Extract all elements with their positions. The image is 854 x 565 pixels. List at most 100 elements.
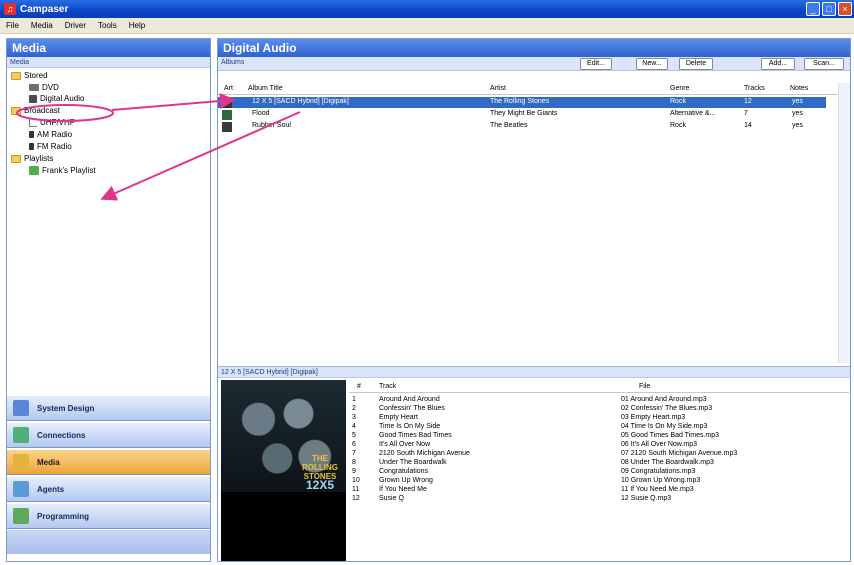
antenna-icon xyxy=(29,118,37,127)
menu-bar: File Media Driver Tools Help xyxy=(0,18,854,34)
cover-line: 12X5 xyxy=(305,478,335,492)
tree-node-stored[interactable]: Stored xyxy=(11,71,48,80)
nav-agents[interactable]: Agents xyxy=(7,476,210,502)
track-row[interactable]: 6 It's All Over Now 06 It's All Over Now… xyxy=(349,441,849,450)
album-tracks: 12 xyxy=(744,98,752,105)
album-art-thumb xyxy=(222,110,232,120)
tree-node-fm-radio[interactable]: FM Radio xyxy=(29,142,72,151)
album-art-thumb xyxy=(222,98,232,108)
track-number: 2 xyxy=(352,405,356,412)
tree-node-franks-playlist[interactable]: Frank's Playlist xyxy=(29,166,96,175)
media-pane-header: Media xyxy=(7,39,210,57)
menu-help[interactable]: Help xyxy=(129,21,145,30)
tree-label: Stored xyxy=(24,71,48,80)
column-artist[interactable]: Artist xyxy=(490,85,506,92)
track-file: 06 It's All Over Now.mp3 xyxy=(621,441,698,448)
media-subheader: Media xyxy=(7,57,210,68)
close-button[interactable]: × xyxy=(838,2,852,16)
folder-icon xyxy=(11,154,21,163)
track-row[interactable]: 3 Empty Heart 03 Empty Heart.mp3 xyxy=(349,414,849,423)
nav-media[interactable]: Media xyxy=(7,449,210,475)
column-genre[interactable]: Genre xyxy=(670,85,689,92)
tree-node-playlists[interactable]: Playlists xyxy=(11,154,53,163)
column-track-number[interactable]: # xyxy=(357,383,361,390)
media-icon xyxy=(13,454,29,470)
title-bar: ♫ Campaser _ □ × xyxy=(0,0,854,18)
track-row[interactable]: 5 Good Times Bad Times 05 Good Times Bad… xyxy=(349,432,849,441)
track-number: 8 xyxy=(352,459,356,466)
track-row[interactable]: 12 Susie Q 12 Susie Q.mp3 xyxy=(349,495,849,504)
folder-icon xyxy=(11,106,21,115)
track-row[interactable]: 1 Around And Around 01 Around And Around… xyxy=(349,396,849,405)
track-row[interactable]: 7 2120 South Michigan Avenue 07 2120 Sou… xyxy=(349,450,849,459)
track-number: 9 xyxy=(352,468,356,475)
track-number: 7 xyxy=(352,450,356,457)
nav-connections[interactable]: Connections xyxy=(7,422,210,448)
track-file: 10 Grown Up Wrong.mp3 xyxy=(621,477,701,484)
maximize-button[interactable]: □ xyxy=(822,2,836,16)
nav-label: Agents xyxy=(37,484,65,494)
track-number: 4 xyxy=(352,423,356,430)
nav-footer xyxy=(7,530,210,554)
track-number: 11 xyxy=(352,486,360,493)
column-album-title[interactable]: Album Title xyxy=(248,85,283,92)
tree-label: Digital Audio xyxy=(40,94,85,103)
track-file: 08 Under The Boardwalk.mp3 xyxy=(621,459,714,466)
scan-button[interactable]: Scan... xyxy=(804,58,844,70)
column-track[interactable]: Track xyxy=(379,383,396,390)
track-title: Time Is On My Side xyxy=(379,423,441,430)
track-title: Empty Heart xyxy=(379,414,418,421)
track-row[interactable]: 10 Grown Up Wrong 10 Grown Up Wrong.mp3 xyxy=(349,477,849,486)
connections-icon xyxy=(13,427,29,443)
album-row[interactable]: Rubber Soul The Beatles Rock 14 yes xyxy=(218,121,826,132)
column-art[interactable]: Art xyxy=(224,85,233,92)
track-row[interactable]: 8 Under The Boardwalk 08 Under The Board… xyxy=(349,459,849,468)
track-number: 12 xyxy=(352,495,360,502)
menu-file[interactable]: File xyxy=(6,21,19,30)
delete-button[interactable]: Delete xyxy=(679,58,713,70)
tree-label: AM Radio xyxy=(37,130,73,139)
album-artist: The Beatles xyxy=(490,122,528,129)
menu-driver[interactable]: Driver xyxy=(65,21,86,30)
album-notes: yes xyxy=(792,122,803,129)
new-button[interactable]: New... xyxy=(636,58,668,70)
edit-button[interactable]: Edit... xyxy=(580,58,612,70)
tracks-column-header: # Track File xyxy=(349,382,849,393)
track-row[interactable]: 9 Congratulations 09 Congratulations.mp3 xyxy=(349,468,849,477)
minimize-button[interactable]: _ xyxy=(806,2,820,16)
nav-system-design[interactable]: System Design xyxy=(7,395,210,421)
menu-tools[interactable]: Tools xyxy=(98,21,117,30)
app-icon: ♫ xyxy=(4,3,16,15)
albums-column-header: Art Album Title Artist Genre Tracks Note… xyxy=(218,83,850,95)
cover-line: THE xyxy=(312,454,328,463)
track-title: Grown Up Wrong xyxy=(379,477,433,484)
nav-bar: System Design Connections Media Agents P… xyxy=(7,395,210,554)
track-row[interactable]: 4 Time Is On My Side 04 Time Is On My Si… xyxy=(349,423,849,432)
tree-node-broadcast[interactable]: Broadcast xyxy=(11,106,60,115)
column-notes[interactable]: Notes xyxy=(790,85,808,92)
track-file: 01 Around And Around.mp3 xyxy=(621,396,707,403)
track-row[interactable]: 11 If You Need Me 11 If You Need Me.mp3 xyxy=(349,486,849,495)
track-file: 03 Empty Heart.mp3 xyxy=(621,414,686,421)
albums-scrollbar[interactable] xyxy=(838,83,850,363)
column-file[interactable]: File xyxy=(639,383,650,390)
albums-toolbar: Albums Edit... New... Delete Add... Scan… xyxy=(218,57,850,71)
tree-node-am-radio[interactable]: AM Radio xyxy=(29,130,72,139)
menu-media[interactable]: Media xyxy=(31,21,53,30)
album-row[interactable]: 12 X 5 [SACD Hybrid] [Digipak] The Rolli… xyxy=(218,97,826,108)
nav-programming[interactable]: Programming xyxy=(7,503,210,529)
column-tracks[interactable]: Tracks xyxy=(744,85,765,92)
track-number: 1 xyxy=(352,396,356,403)
media-tree: Stored DVD Digital Audio Broadcast UHF/V… xyxy=(7,68,210,380)
track-number: 6 xyxy=(352,441,356,448)
tree-node-uhf[interactable]: UHF/VHF xyxy=(29,118,75,127)
album-row[interactable]: Flood They Might Be Giants Alternative &… xyxy=(218,109,826,120)
track-file: 11 If You Need Me.mp3 xyxy=(621,486,694,493)
track-row[interactable]: 2 Confessin' The Blues 02 Confessin' The… xyxy=(349,405,849,414)
track-file: 12 Susie Q.mp3 xyxy=(621,495,672,502)
tree-node-digital-audio[interactable]: Digital Audio xyxy=(29,94,84,103)
tree-node-dvd[interactable]: DVD xyxy=(29,83,59,92)
add-button[interactable]: Add... xyxy=(761,58,795,70)
digital-audio-header: Digital Audio xyxy=(218,39,850,57)
album-title: 12 X 5 [SACD Hybrid] [Digipak] xyxy=(252,98,349,105)
